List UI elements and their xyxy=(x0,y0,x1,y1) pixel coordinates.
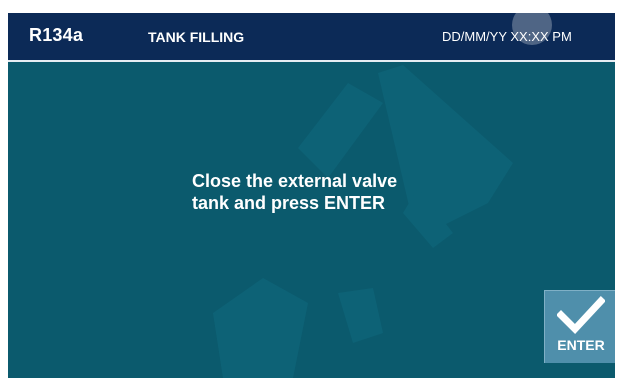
page-title: TANK FILLING xyxy=(148,29,245,45)
checkmark-icon xyxy=(557,296,605,335)
refrigerant-label: R134a xyxy=(29,25,84,45)
instruction-line-1: Close the external valve xyxy=(192,171,398,191)
tank-filling-screen: R134a TANK FILLING DD/MM/YY XX:XX PM Clo… xyxy=(8,13,615,378)
enter-button[interactable]: ENTER xyxy=(544,290,615,363)
instruction-message: Close the external valve tank and press … xyxy=(192,170,492,214)
instruction-line-2: tank and press ENTER xyxy=(192,193,386,213)
datetime-display: DD/MM/YY XX:XX PM xyxy=(442,29,572,44)
enter-button-label: ENTER xyxy=(557,337,605,353)
header-bar: R134a TANK FILLING DD/MM/YY XX:XX PM xyxy=(8,13,615,62)
